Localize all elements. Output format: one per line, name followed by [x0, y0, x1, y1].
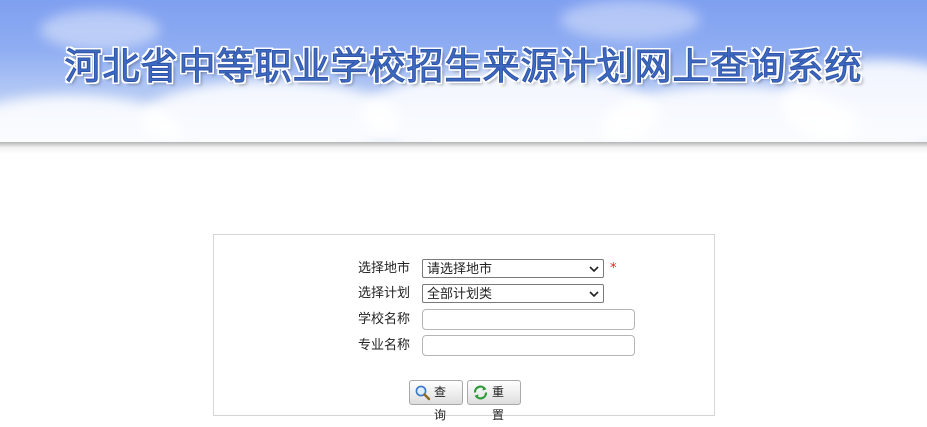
city-select[interactable]: 请选择地市 — [422, 259, 604, 278]
major-row: 专业名称 — [214, 334, 714, 358]
plan-label: 选择计划 — [357, 286, 410, 301]
reset-button[interactable]: 重置 — [467, 380, 521, 422]
magnifier-icon — [415, 385, 431, 401]
search-button[interactable]: 查询 — [409, 380, 463, 422]
banner-shadow — [0, 142, 927, 154]
plan-select[interactable]: 全部计划类 — [422, 284, 604, 303]
header-banner: 河北省中等职业学校招生来源计划网上查询系统 — [0, 0, 927, 142]
chevron-down-icon — [589, 291, 599, 298]
page-title: 河北省中等职业学校招生来源计划网上查询系统 — [64, 45, 863, 89]
cloud-decoration — [560, 0, 700, 40]
major-label: 专业名称 — [357, 338, 410, 353]
major-name-input[interactable] — [422, 335, 635, 356]
plan-row: 选择计划 全部计划类 — [214, 282, 714, 306]
query-form-panel: 选择地市 请选择地市 * 选择计划 全部计划类 学校名称 专业名称 查询 重置 — [213, 234, 715, 422]
reset-button-label: 重置 — [492, 385, 505, 422]
school-name-input[interactable] — [422, 309, 635, 330]
refresh-icon — [473, 385, 488, 400]
city-label: 选择地市 — [357, 261, 410, 276]
school-label: 学校名称 — [357, 312, 410, 327]
city-select-value: 请选择地市 — [427, 262, 493, 277]
required-mark: * — [610, 261, 617, 276]
search-button-label: 查询 — [434, 385, 447, 422]
chevron-down-icon — [589, 266, 599, 273]
plan-select-value: 全部计划类 — [427, 287, 493, 302]
city-row: 选择地市 请选择地市 * — [214, 257, 714, 281]
school-row: 学校名称 — [214, 308, 714, 332]
